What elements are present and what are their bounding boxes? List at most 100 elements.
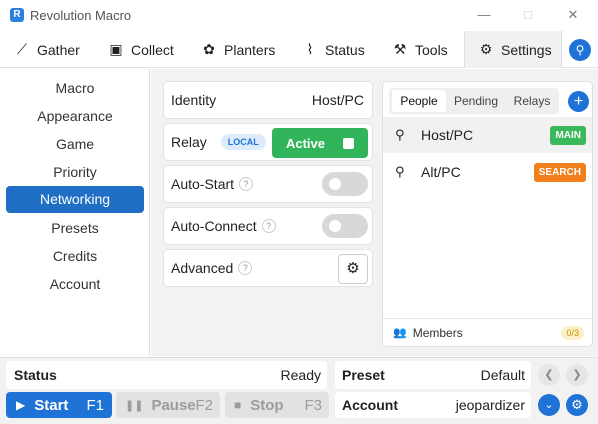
stop-button[interactable]: ■ Stop F3 [225,392,329,418]
help-icon[interactable]: ? [261,219,276,233]
people-panel: People Pending Relays + ⚲ Host/PC MAIN ⚲… [382,81,593,347]
person-role-badge: MAIN [550,125,586,145]
relay-label: Relay [171,134,207,150]
close-icon[interactable]: ✕ [564,6,582,24]
auto-start-toggle[interactable] [322,172,368,196]
tab-label: Gather [37,41,80,58]
person-row[interactable]: ⚲ Host/PC MAIN [383,117,592,153]
tab-pending[interactable]: Pending [449,90,503,112]
settings-sidebar: Macro Appearance Game Priority Networkin… [0,69,150,356]
tab-relays[interactable]: Relays [508,90,556,112]
minimize-icon[interactable]: — [475,6,493,24]
auto-connect-label: Auto-Connect [171,218,257,234]
tab-label: Status [325,41,365,58]
search-icon: ⚲ [575,43,585,57]
identity-label: Identity [171,92,217,108]
members-footer: 👥 Members 0/3 [383,318,592,346]
relay-active-button[interactable]: Active [272,128,368,158]
sidebar-item-presets[interactable]: Presets [6,215,144,242]
tab-people[interactable]: People [392,90,446,112]
auto-start-row: Auto-Start ? [163,165,373,203]
toggle-knob [329,178,341,190]
person-icon: ⚲ [395,164,405,179]
person-name: Host/PC [421,127,474,143]
search-button[interactable]: ⚲ [569,39,591,61]
members-count-badge: 0/3 [561,326,584,340]
tab-settings[interactable]: ⚙ Settings [464,31,562,68]
person-name: Alt/PC [421,164,461,180]
account-settings-button[interactable]: ⚙ [566,394,588,416]
bottom-control-bar: Status Ready Preset Default ❮ ❯ ▶ Start … [0,357,598,424]
auto-connect-row: Auto-Connect ? [163,207,373,245]
members-icon: 👥 [393,327,407,339]
pause-hotkey: F2 [195,396,213,414]
tab-status[interactable]: ⌇ Status [302,31,382,68]
stop-hotkey: F3 [304,396,322,414]
tab-collect[interactable]: ▣ Collect [108,31,188,68]
person-role-badge: SEARCH [533,162,586,182]
stop-icon: ■ [234,398,242,412]
gear-icon: ⚙ [571,397,583,412]
settings-icon: ⚙ [479,41,493,57]
start-hotkey: F1 [86,396,104,414]
toggle-knob [329,220,341,232]
sidebar-item-account[interactable]: Account [6,271,144,298]
pause-label: Pause [151,396,196,414]
members-label: Members [412,325,463,340]
account-value[interactable]: jeopardizer [456,397,525,413]
tab-tools[interactable]: ⚒ Tools [392,31,464,68]
tab-gather[interactable]: ⟋ Gather [14,31,94,68]
networking-panel: Identity Host/PC Relay LOCAL Active Auto… [151,69,598,356]
sidebar-item-credits[interactable]: Credits [6,243,144,270]
help-icon[interactable]: ? [239,177,254,191]
relay-row: Relay LOCAL Active [163,123,373,161]
status-box: Status Ready [6,361,327,389]
sidebar-item-priority[interactable]: Priority [6,159,144,186]
sidebar-item-game[interactable]: Game [6,131,144,158]
tab-label: Tools [415,41,448,58]
collect-icon: ▣ [109,41,123,57]
account-dropdown-button[interactable]: ⌄ [538,394,560,416]
people-tab-bar: People Pending Relays [389,88,559,114]
relay-active-label: Active [285,135,326,151]
next-preset-button[interactable]: ❯ [566,364,588,386]
identity-row: Identity Host/PC [163,81,373,119]
plus-icon: + [573,93,584,110]
tab-label: Planters [224,41,276,58]
status-value: Ready [280,367,321,383]
pause-button[interactable]: ❚❚ Pause F2 [116,392,220,418]
gather-icon: ⟋ [17,41,27,57]
identity-value[interactable]: Host/PC [312,92,364,108]
previous-preset-button[interactable]: ❮ [538,364,560,386]
person-icon: ⚲ [395,127,405,142]
sidebar-item-macro[interactable]: Macro [6,75,144,102]
app-logo-icon: R [10,8,24,22]
tab-planters[interactable]: ✿ Planters [201,31,291,68]
play-icon: ▶ [16,398,26,412]
chevron-right-icon: ❯ [572,369,582,381]
preset-label: Preset [342,367,385,383]
pause-icon: ❚❚ [125,399,144,412]
maximize-icon[interactable]: □ [519,6,537,24]
account-box: Account jeopardizer [335,392,531,418]
person-row[interactable]: ⚲ Alt/PC SEARCH [383,154,592,190]
account-label: Account [342,397,398,413]
relay-mode-badge: LOCAL [220,134,266,150]
chevron-down-icon: ⌄ [544,399,554,411]
help-icon[interactable]: ? [238,261,253,275]
preset-value[interactable]: Default [481,367,525,383]
tools-icon: ⚒ [393,41,407,57]
auto-connect-toggle[interactable] [322,214,368,238]
preset-box: Preset Default [335,361,531,389]
start-label: Start [34,396,69,414]
main-tab-bar: ⟋ Gather ▣ Collect ✿ Planters ⌇ Status ⚒… [0,31,598,68]
tab-label: Collect [131,41,174,58]
status-icon: ⌇ [306,41,314,57]
sidebar-item-appearance[interactable]: Appearance [6,103,144,130]
sidebar-item-networking[interactable]: Networking [6,186,144,213]
status-label: Status [14,367,57,383]
chevron-left-icon: ❮ [544,369,554,381]
add-person-button[interactable]: + [568,91,589,112]
start-button[interactable]: ▶ Start F1 [6,392,112,418]
advanced-settings-button[interactable]: ⚙ [338,254,368,284]
